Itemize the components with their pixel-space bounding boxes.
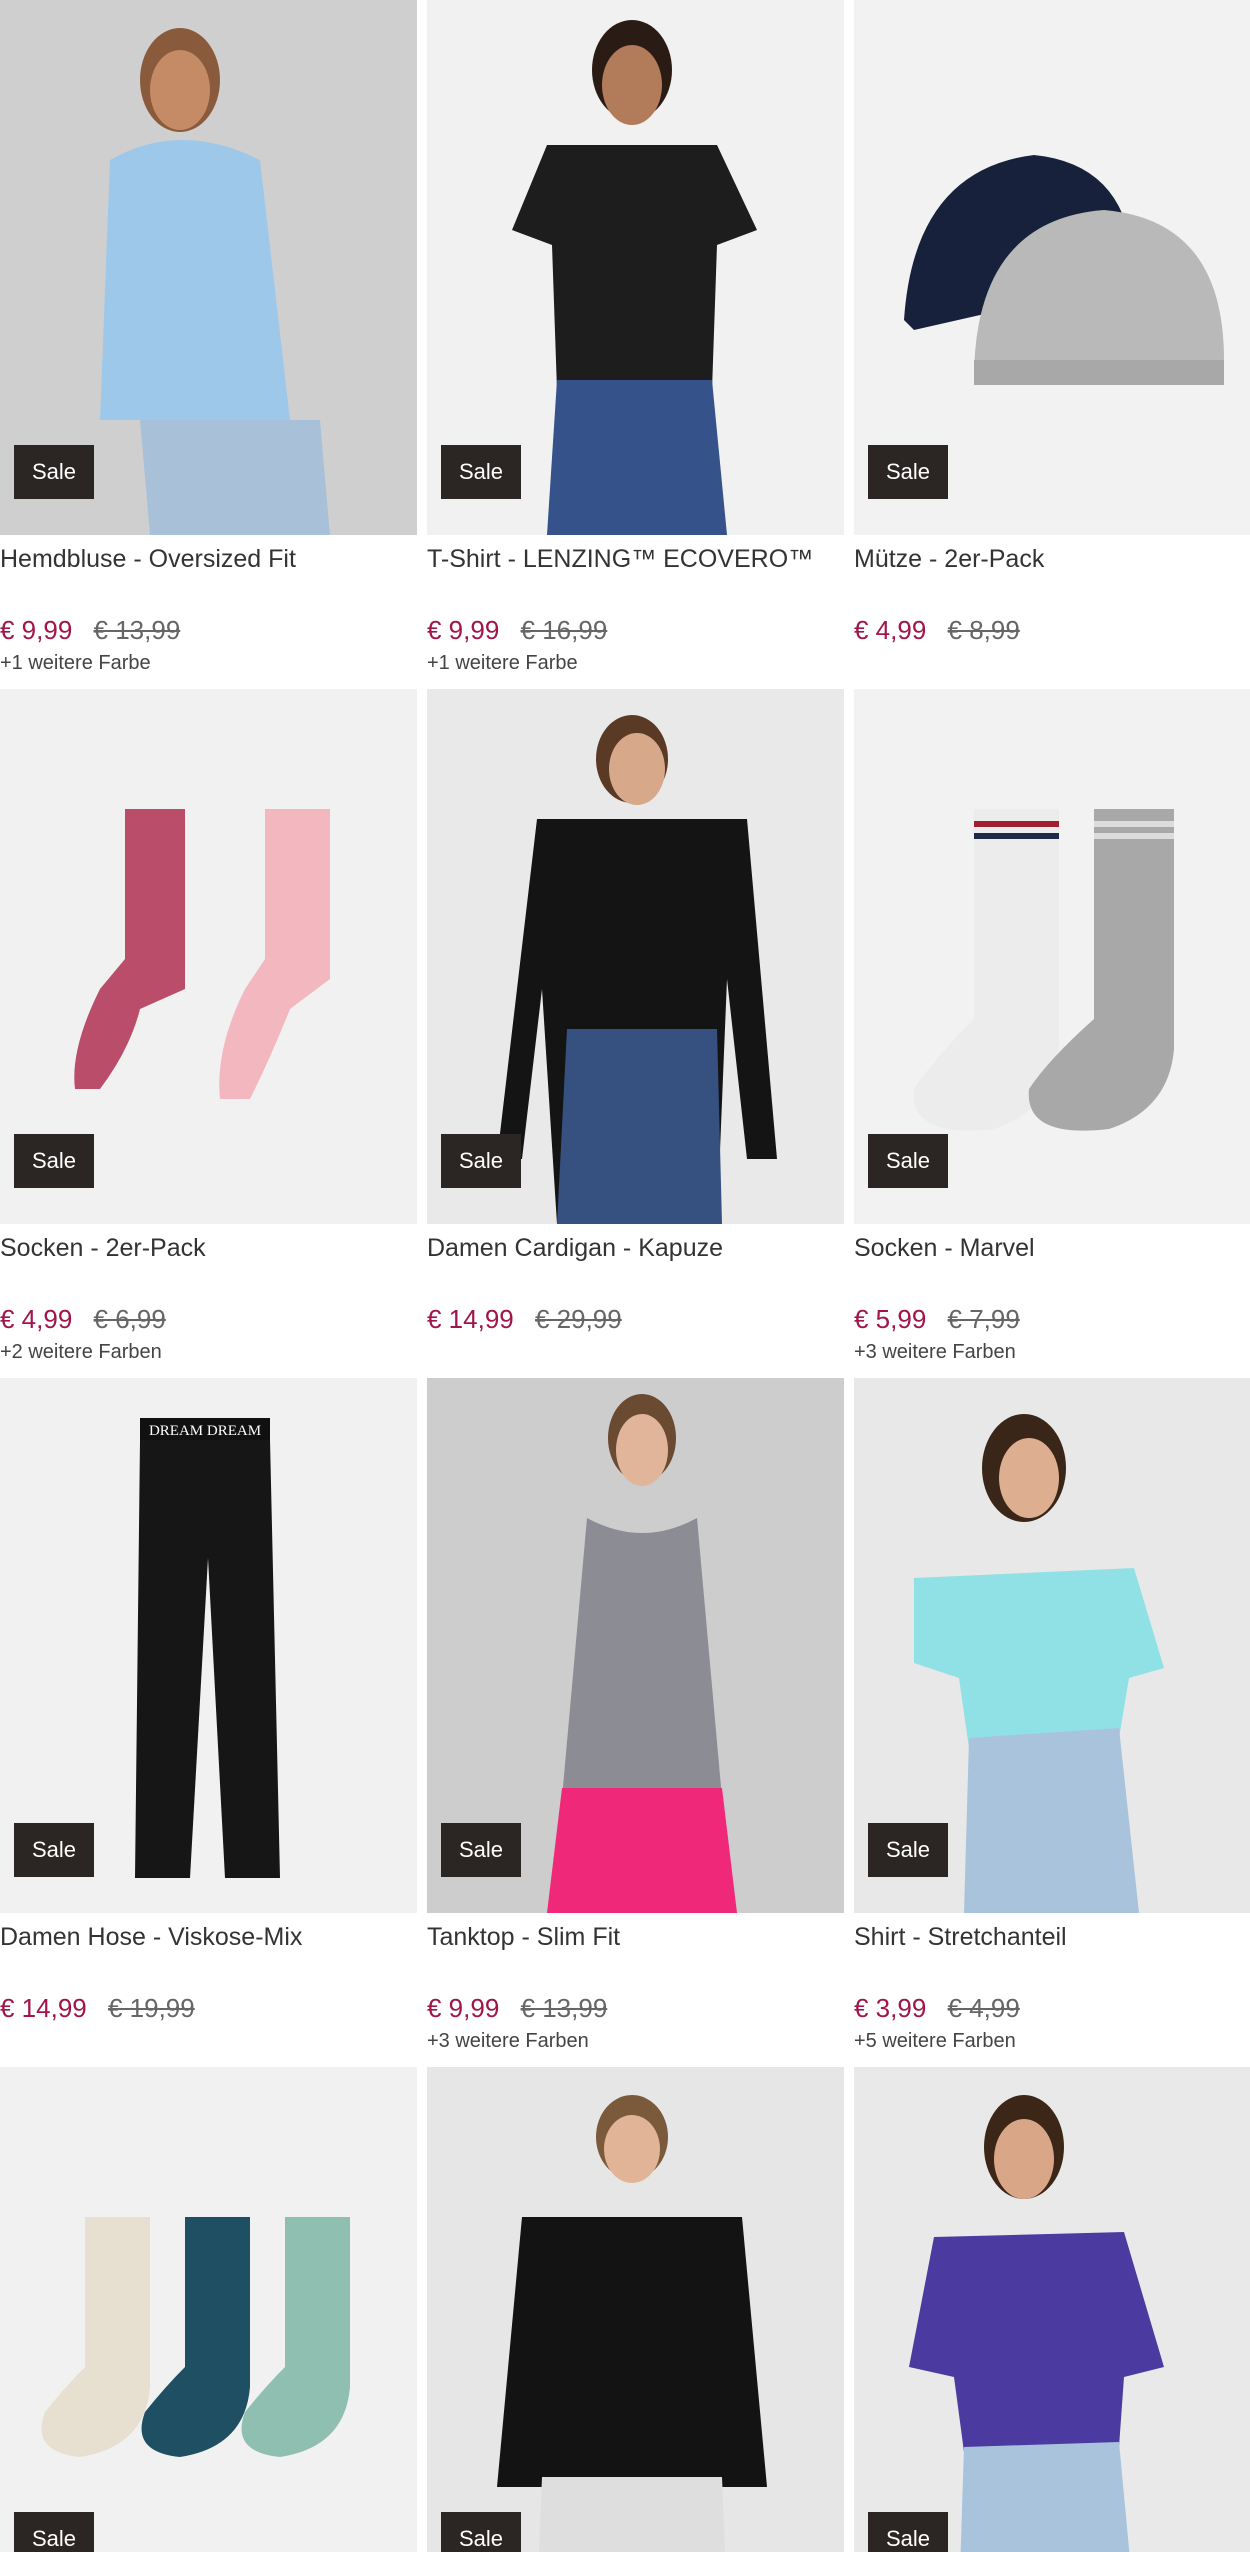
color-variants[interactable]: +2 weitere Farben bbox=[0, 1341, 417, 1364]
original-price: € 16,99 bbox=[520, 615, 608, 645]
beanie-image[interactable]: Sale bbox=[854, 0, 1250, 535]
sale-badge: Sale bbox=[14, 2512, 95, 2552]
sale-badge: Sale bbox=[441, 445, 522, 499]
product-card[interactable]: DREAM DREAM Sale Damen Hose - Viskose-Mi… bbox=[0, 1378, 417, 2067]
product-card[interactable]: Sale Socken - Marvel € 5,99 € 7,99 +3 we… bbox=[854, 689, 1250, 1378]
jacket-image[interactable]: Sale bbox=[427, 2067, 844, 2552]
product-title[interactable]: Socken - Marvel bbox=[854, 1234, 1250, 1296]
tights-image[interactable]: Sale bbox=[0, 689, 417, 1224]
floral-blouse-image[interactable]: Sale bbox=[854, 2067, 1250, 2552]
sale-badge: Sale bbox=[14, 445, 95, 499]
price-row: € 14,99 € 29,99 bbox=[427, 1304, 844, 1335]
price-row: € 9,99 € 13,99 bbox=[427, 1993, 844, 2024]
cardigan-image[interactable]: Sale bbox=[427, 689, 844, 1224]
product-card[interactable]: Sale T-Shirt - LENZING™ ECOVERO™ € 9,99 … bbox=[427, 0, 844, 689]
tshirt-image[interactable]: Sale bbox=[427, 0, 844, 535]
product-title[interactable]: Socken - 2er-Pack bbox=[0, 1234, 417, 1296]
product-card[interactable]: Sale Tanktop - Slim Fit € 9,99 € 13,99 +… bbox=[427, 1378, 844, 2067]
sale-price: € 9,99 bbox=[427, 1993, 500, 2023]
sale-price: € 9,99 bbox=[427, 615, 500, 645]
color-variants[interactable]: +3 weitere Farben bbox=[854, 1341, 1250, 1364]
sale-badge: Sale bbox=[868, 2512, 949, 2552]
sale-price: € 5,99 bbox=[854, 1304, 927, 1334]
original-price: € 8,99 bbox=[947, 615, 1020, 645]
product-card[interactable]: Sale Damen Cardigan - Kapuze € 14,99 € 2… bbox=[427, 689, 844, 1378]
sale-badge: Sale bbox=[14, 1134, 95, 1188]
sale-price: € 9,99 bbox=[0, 615, 73, 645]
original-price: € 19,99 bbox=[107, 1993, 195, 2023]
color-variants[interactable]: +1 weitere Farbe bbox=[427, 652, 844, 675]
price-row: € 4,99 € 8,99 bbox=[854, 615, 1250, 646]
product-title[interactable]: T-Shirt - LENZING™ ECOVERO™ bbox=[427, 545, 844, 607]
sale-badge: Sale bbox=[441, 1134, 522, 1188]
original-price: € 13,99 bbox=[93, 615, 181, 645]
socks-image[interactable]: Sale bbox=[854, 689, 1250, 1224]
sale-price: € 14,99 bbox=[427, 1304, 514, 1334]
sale-badge: Sale bbox=[14, 1823, 95, 1877]
product-title[interactable]: Damen Cardigan - Kapuze bbox=[427, 1234, 844, 1296]
sale-badge: Sale bbox=[868, 1823, 949, 1877]
socks-3pack-image[interactable]: Sale bbox=[0, 2067, 417, 2552]
blouse-image[interactable]: Sale bbox=[0, 0, 417, 535]
price-row: € 5,99 € 7,99 bbox=[854, 1304, 1250, 1335]
product-card[interactable]: Sale bbox=[854, 2067, 1250, 2552]
price-row: € 9,99 € 13,99 bbox=[0, 615, 417, 646]
shirt-image[interactable]: Sale bbox=[854, 1378, 1250, 1913]
product-card[interactable]: Sale Socken - 2er-Pack € 4,99 € 6,99 +2 … bbox=[0, 689, 417, 1378]
product-card[interactable]: Sale Hemdbluse - Oversized Fit € 9,99 € … bbox=[0, 0, 417, 689]
original-price: € 7,99 bbox=[947, 1304, 1020, 1334]
sale-badge: Sale bbox=[868, 1134, 949, 1188]
sale-badge: Sale bbox=[441, 1823, 522, 1877]
product-title[interactable]: Hemdbluse - Oversized Fit bbox=[0, 545, 417, 607]
sale-price: € 4,99 bbox=[854, 615, 927, 645]
original-price: € 13,99 bbox=[520, 1993, 608, 2023]
product-card[interactable]: Sale Shirt - Stretchanteil € 3,99 € 4,99… bbox=[854, 1378, 1250, 2067]
product-grid: Sale Hemdbluse - Oversized Fit € 9,99 € … bbox=[0, 0, 1250, 2552]
tanktop-image[interactable]: Sale bbox=[427, 1378, 844, 1913]
price-row: € 4,99 € 6,99 bbox=[0, 1304, 417, 1335]
original-price: € 29,99 bbox=[534, 1304, 622, 1334]
color-variants[interactable]: +3 weitere Farben bbox=[427, 2030, 844, 2053]
price-row: € 3,99 € 4,99 bbox=[854, 1993, 1250, 2024]
product-card[interactable]: Sale Mütze - 2er-Pack € 4,99 € 8,99 bbox=[854, 0, 1250, 689]
waistband-text: DREAM DREAM bbox=[149, 1423, 261, 1439]
original-price: € 6,99 bbox=[93, 1304, 166, 1334]
color-variants[interactable]: +5 weitere Farben bbox=[854, 2030, 1250, 2053]
product-title[interactable]: Damen Hose - Viskose-Mix bbox=[0, 1923, 417, 1985]
sale-price: € 3,99 bbox=[854, 1993, 927, 2023]
sale-price: € 4,99 bbox=[0, 1304, 73, 1334]
color-variants[interactable]: +1 weitere Farbe bbox=[0, 652, 417, 675]
trousers-image[interactable]: DREAM DREAM Sale bbox=[0, 1378, 417, 1913]
original-price: € 4,99 bbox=[947, 1993, 1020, 2023]
sale-badge: Sale bbox=[868, 445, 949, 499]
product-title[interactable]: Tanktop - Slim Fit bbox=[427, 1923, 844, 1985]
sale-badge: Sale bbox=[441, 2512, 522, 2552]
sale-price: € 14,99 bbox=[0, 1993, 87, 2023]
product-card[interactable]: Sale bbox=[0, 2067, 417, 2552]
product-title[interactable]: Mütze - 2er-Pack bbox=[854, 545, 1250, 607]
price-row: € 14,99 € 19,99 bbox=[0, 1993, 417, 2024]
product-title[interactable]: Shirt - Stretchanteil bbox=[854, 1923, 1250, 1985]
price-row: € 9,99 € 16,99 bbox=[427, 615, 844, 646]
product-card[interactable]: Sale bbox=[427, 2067, 844, 2552]
